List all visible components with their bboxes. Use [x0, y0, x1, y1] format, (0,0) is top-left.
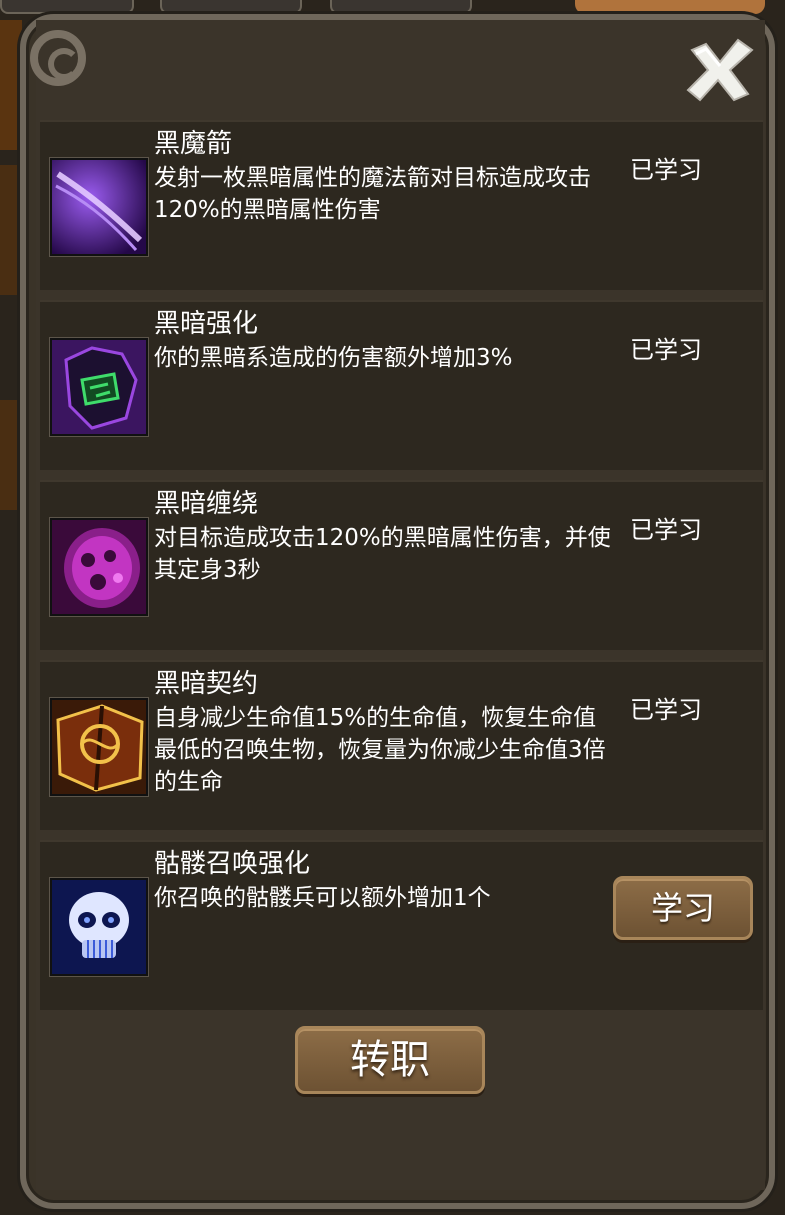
skill-description: 你召唤的骷髅兵可以额外增加1个	[154, 885, 491, 911]
skill-status-learned: 已学习	[630, 336, 702, 364]
corner-swirl-ornament	[30, 30, 86, 86]
skill-name: 黑魔箭	[154, 129, 233, 159]
skill-row: 黑魔箭 发射一枚黑暗属性的魔法箭对目标造成攻击120%的黑暗属性伤害 已学习	[40, 120, 763, 290]
background-side-panel	[0, 165, 22, 295]
skill-row: 黑暗强化 你的黑暗系造成的伤害额外增加3% 已学习	[40, 300, 763, 470]
skill-description: 对目标造成攻击120%的黑暗属性伤害，并使其定身3秒	[154, 525, 611, 583]
dark-entangle-icon	[50, 518, 148, 616]
skill-status-learned: 已学习	[630, 696, 702, 724]
skill-description: 发射一枚黑暗属性的魔法箭对目标造成攻击120%的黑暗属性伤害	[154, 165, 591, 223]
background-tab	[160, 0, 302, 14]
skill-description: 你的黑暗系造成的伤害额外增加3%	[154, 345, 513, 371]
background-tab	[330, 0, 472, 14]
skill-row: 黑暗契约 自身减少生命值15%的生命值，恢复生命值最低的召唤生物，恢复量为你减少…	[40, 660, 763, 830]
skill-row: 骷髅召唤强化 你召唤的骷髅兵可以额外增加1个 学习	[40, 840, 763, 1010]
close-button[interactable]	[682, 36, 758, 104]
background-button	[575, 0, 765, 14]
close-x-icon	[686, 38, 754, 102]
skill-name: 黑暗缠绕	[154, 489, 259, 519]
skeleton-skull-icon	[50, 878, 148, 976]
dark-arrow-icon	[50, 158, 148, 256]
job-transfer-button[interactable]: 转职	[295, 1026, 485, 1094]
skill-status-learned: 已学习	[630, 516, 702, 544]
skill-name: 黑暗契约	[154, 669, 259, 699]
skill-name: 黑暗强化	[154, 309, 259, 339]
background-tab	[0, 0, 134, 14]
dark-fist-rune-icon	[50, 338, 148, 436]
dark-pact-book-icon	[50, 698, 148, 796]
skill-status-learned: 已学习	[630, 156, 702, 184]
skill-name: 骷髅召唤强化	[154, 849, 311, 879]
learn-skill-button[interactable]: 学习	[613, 876, 753, 940]
background-side-panel	[0, 20, 22, 150]
skill-description: 自身减少生命值15%的生命值，恢复生命值最低的召唤生物，恢复量为你减少生命值3倍…	[154, 705, 606, 795]
background-side-panel	[0, 400, 22, 510]
skill-row: 黑暗缠绕 对目标造成攻击120%的黑暗属性伤害，并使其定身3秒 已学习	[40, 480, 763, 650]
